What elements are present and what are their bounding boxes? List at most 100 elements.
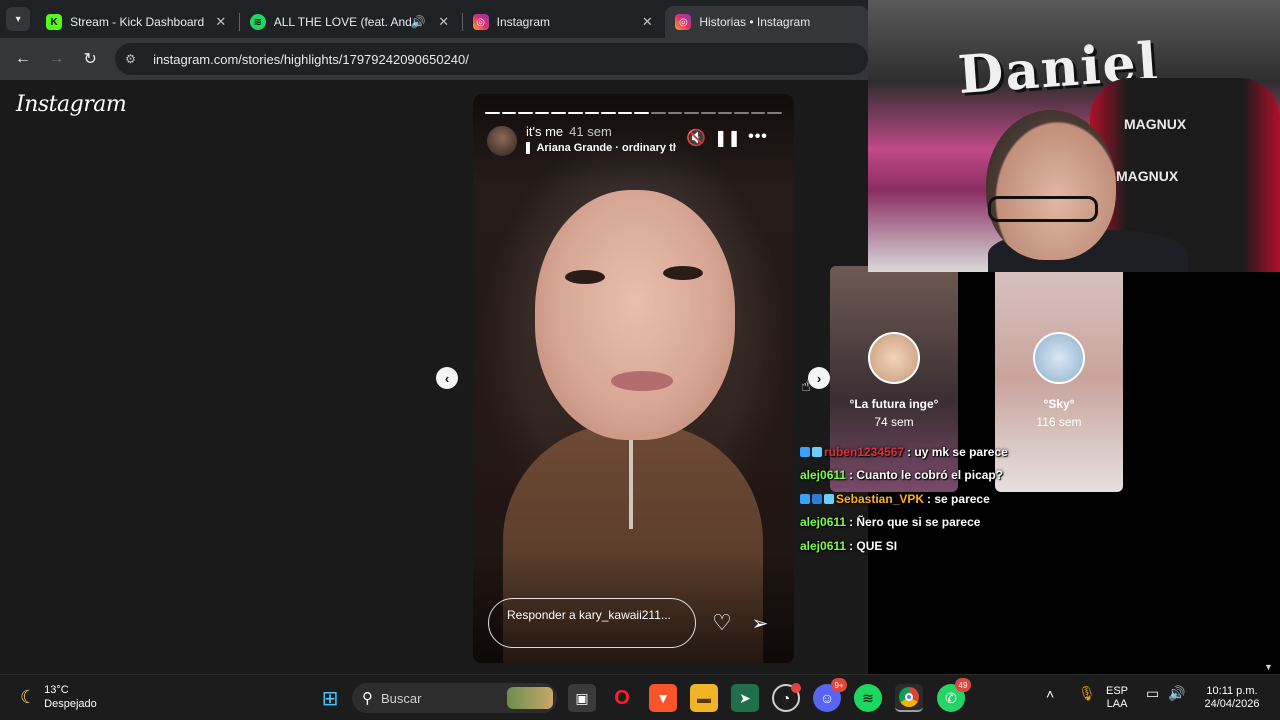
weather-widget[interactable]: ☾ 13°C Despejado [20, 683, 97, 711]
story-progress-segment [750, 112, 766, 114]
story-progress-segment [684, 112, 699, 114]
chat-username[interactable]: alej0611 [800, 539, 846, 553]
chat-username[interactable]: ruben1234567 [824, 445, 904, 459]
instagram-logo[interactable]: Instagram [16, 92, 127, 117]
story-username-line: it's me 41 sem [526, 124, 612, 139]
scroll-down-arrow-icon[interactable]: ▼ [1264, 662, 1273, 672]
story-progress-segment [485, 112, 500, 114]
task-view-icon[interactable]: ▣ [568, 684, 596, 712]
chevron-right-icon: › [816, 370, 822, 386]
search-highlight-image [507, 687, 553, 709]
chat-message-text: : Ñero que si se parece [849, 515, 981, 530]
instagram-icon: ◎ [472, 14, 489, 30]
avatar[interactable] [487, 126, 517, 156]
chat-username[interactable]: alej0611 [800, 468, 846, 482]
clock[interactable]: 10:11 p.m. 24/04/2026 [1200, 685, 1264, 711]
tab-search-button[interactable]: ▾ [0, 0, 36, 38]
story-music-line[interactable]: ▌ Ariana Grande · ordinary th [526, 142, 676, 154]
chat-badge-icon [824, 493, 834, 504]
streamer-glasses [988, 196, 1098, 222]
site-settings-icon[interactable]: ⚙ [125, 52, 147, 66]
chrome-icon[interactable] [895, 684, 923, 712]
whatsapp-icon[interactable]: ✆ 49 [937, 678, 971, 712]
app-icon[interactable]: ➤ [731, 684, 759, 712]
stream-chat-overlay: ruben1234567: uy mk se parece alej0611: C… [800, 440, 1140, 558]
story-image-face [535, 190, 735, 440]
pause-icon[interactable]: ❚❚ [714, 128, 741, 148]
heart-icon[interactable]: ♡ [709, 610, 735, 636]
tab-title: ALL THE LOVE (feat. Andre [273, 15, 411, 29]
chat-username[interactable]: alej0611 [800, 515, 846, 529]
next-story-button[interactable]: › [808, 367, 830, 389]
brave-icon[interactable]: ▼ [649, 684, 677, 712]
instagram-stories-page: Instagram it's me 41 sem ▌ Ariana Grande … [0, 80, 868, 674]
browser-toolbar: ← → ↻ ⚙ instagram.com/stories/highlights… [0, 38, 869, 80]
address-bar[interactable]: ⚙ instagram.com/stories/highlights/17979… [115, 43, 869, 75]
network-icon[interactable]: ▭ [1146, 686, 1159, 700]
story-viewer[interactable]: it's me 41 sem ▌ Ariana Grande · ordinary… [473, 94, 794, 663]
story-progress-segment [667, 112, 683, 114]
discord-badge: 9+ [831, 678, 847, 692]
weather-temperature: 13°C [44, 684, 69, 696]
tab-spotify[interactable]: ≋ ALL THE LOVE (feat. Andre 🔊 ✕ [240, 6, 462, 38]
keyboard-layout: LAA [1106, 698, 1128, 710]
chrome-logo-center [905, 693, 913, 701]
forward-arrow-icon[interactable]: → [40, 42, 74, 76]
close-icon[interactable]: ✕ [639, 14, 655, 30]
windows-start-icon[interactable]: ⊞ [316, 684, 344, 712]
story-reply-input[interactable]: Responder a kary_kawaii211... [488, 598, 696, 648]
discord-icon[interactable]: ☺ 9+ [813, 678, 847, 712]
tab-historias-instagram[interactable]: ◎ Historias • Instagram [665, 6, 868, 38]
chevron-up-icon[interactable]: ˄ [1046, 687, 1054, 701]
moon-icon: ☾ [20, 686, 37, 707]
story-image-eye [663, 266, 703, 280]
more-options-icon[interactable]: ••• [746, 128, 770, 146]
story-image-eye [565, 270, 605, 284]
streamer-head [986, 110, 1116, 260]
microphone-icon[interactable]: 🎙 [1078, 686, 1096, 700]
story-progress-bar [485, 112, 782, 114]
story-progress-segment [634, 112, 650, 114]
tab-kick[interactable]: K Stream - Kick Dashboard ✕ [36, 6, 239, 38]
obs-icon[interactable]: ◔ [772, 683, 801, 712]
chevron-left-icon: ‹ [444, 370, 450, 386]
chat-badge-icon [812, 493, 822, 504]
search-placeholder: Buscar [381, 690, 422, 706]
story-username[interactable]: it's me [526, 124, 563, 139]
send-icon[interactable]: ➢ [747, 610, 773, 636]
story-progress-segment [568, 112, 583, 114]
mute-icon[interactable]: 🔇 [684, 128, 708, 148]
volume-icon[interactable]: 🔊 [1168, 686, 1185, 700]
story-image-zipper [629, 439, 633, 529]
story-progress-segment [601, 112, 616, 114]
clock-time: 10:11 p.m. [1206, 685, 1258, 697]
tab-title: Historias • Instagram [699, 15, 811, 29]
story-progress-segment [717, 112, 733, 114]
language-indicator[interactable]: ESP LAA [1106, 685, 1128, 711]
close-icon[interactable]: ✕ [436, 14, 452, 30]
spotify-icon[interactable]: ≋ [854, 684, 882, 712]
story-progress-segment [700, 112, 716, 114]
chat-username[interactable]: Sebastian_VPK [836, 492, 924, 506]
url-text: instagram.com/stories/highlights/1797924… [153, 51, 469, 67]
search-icon: ⚲ [362, 690, 373, 707]
story-preview-time: 116 sem [1036, 415, 1082, 429]
avatar [868, 332, 920, 384]
close-icon[interactable]: ✕ [213, 14, 229, 30]
tab-instagram[interactable]: ◎ Instagram ✕ [463, 6, 666, 38]
file-explorer-icon[interactable]: ▬ [690, 684, 718, 712]
clock-date: 24/04/2026 [1204, 698, 1260, 710]
previous-story-button[interactable]: ‹ [436, 367, 458, 389]
story-progress-segment [651, 112, 666, 114]
tab-title: Stream - Kick Dashboard [70, 15, 205, 29]
story-progress-segment [551, 112, 567, 114]
story-progress-segment [767, 112, 782, 114]
chat-message-text: : uy mk se parece [907, 444, 1008, 459]
speaker-icon[interactable]: 🔊 [411, 15, 426, 29]
story-progress-segment [734, 112, 749, 114]
taskbar-search[interactable]: ⚲ Buscar [352, 683, 557, 713]
reload-icon[interactable]: ↻ [73, 42, 107, 76]
tab-title: Instagram [496, 15, 551, 29]
opera-icon[interactable]: O [608, 684, 636, 712]
back-arrow-icon[interactable]: ← [6, 42, 40, 76]
